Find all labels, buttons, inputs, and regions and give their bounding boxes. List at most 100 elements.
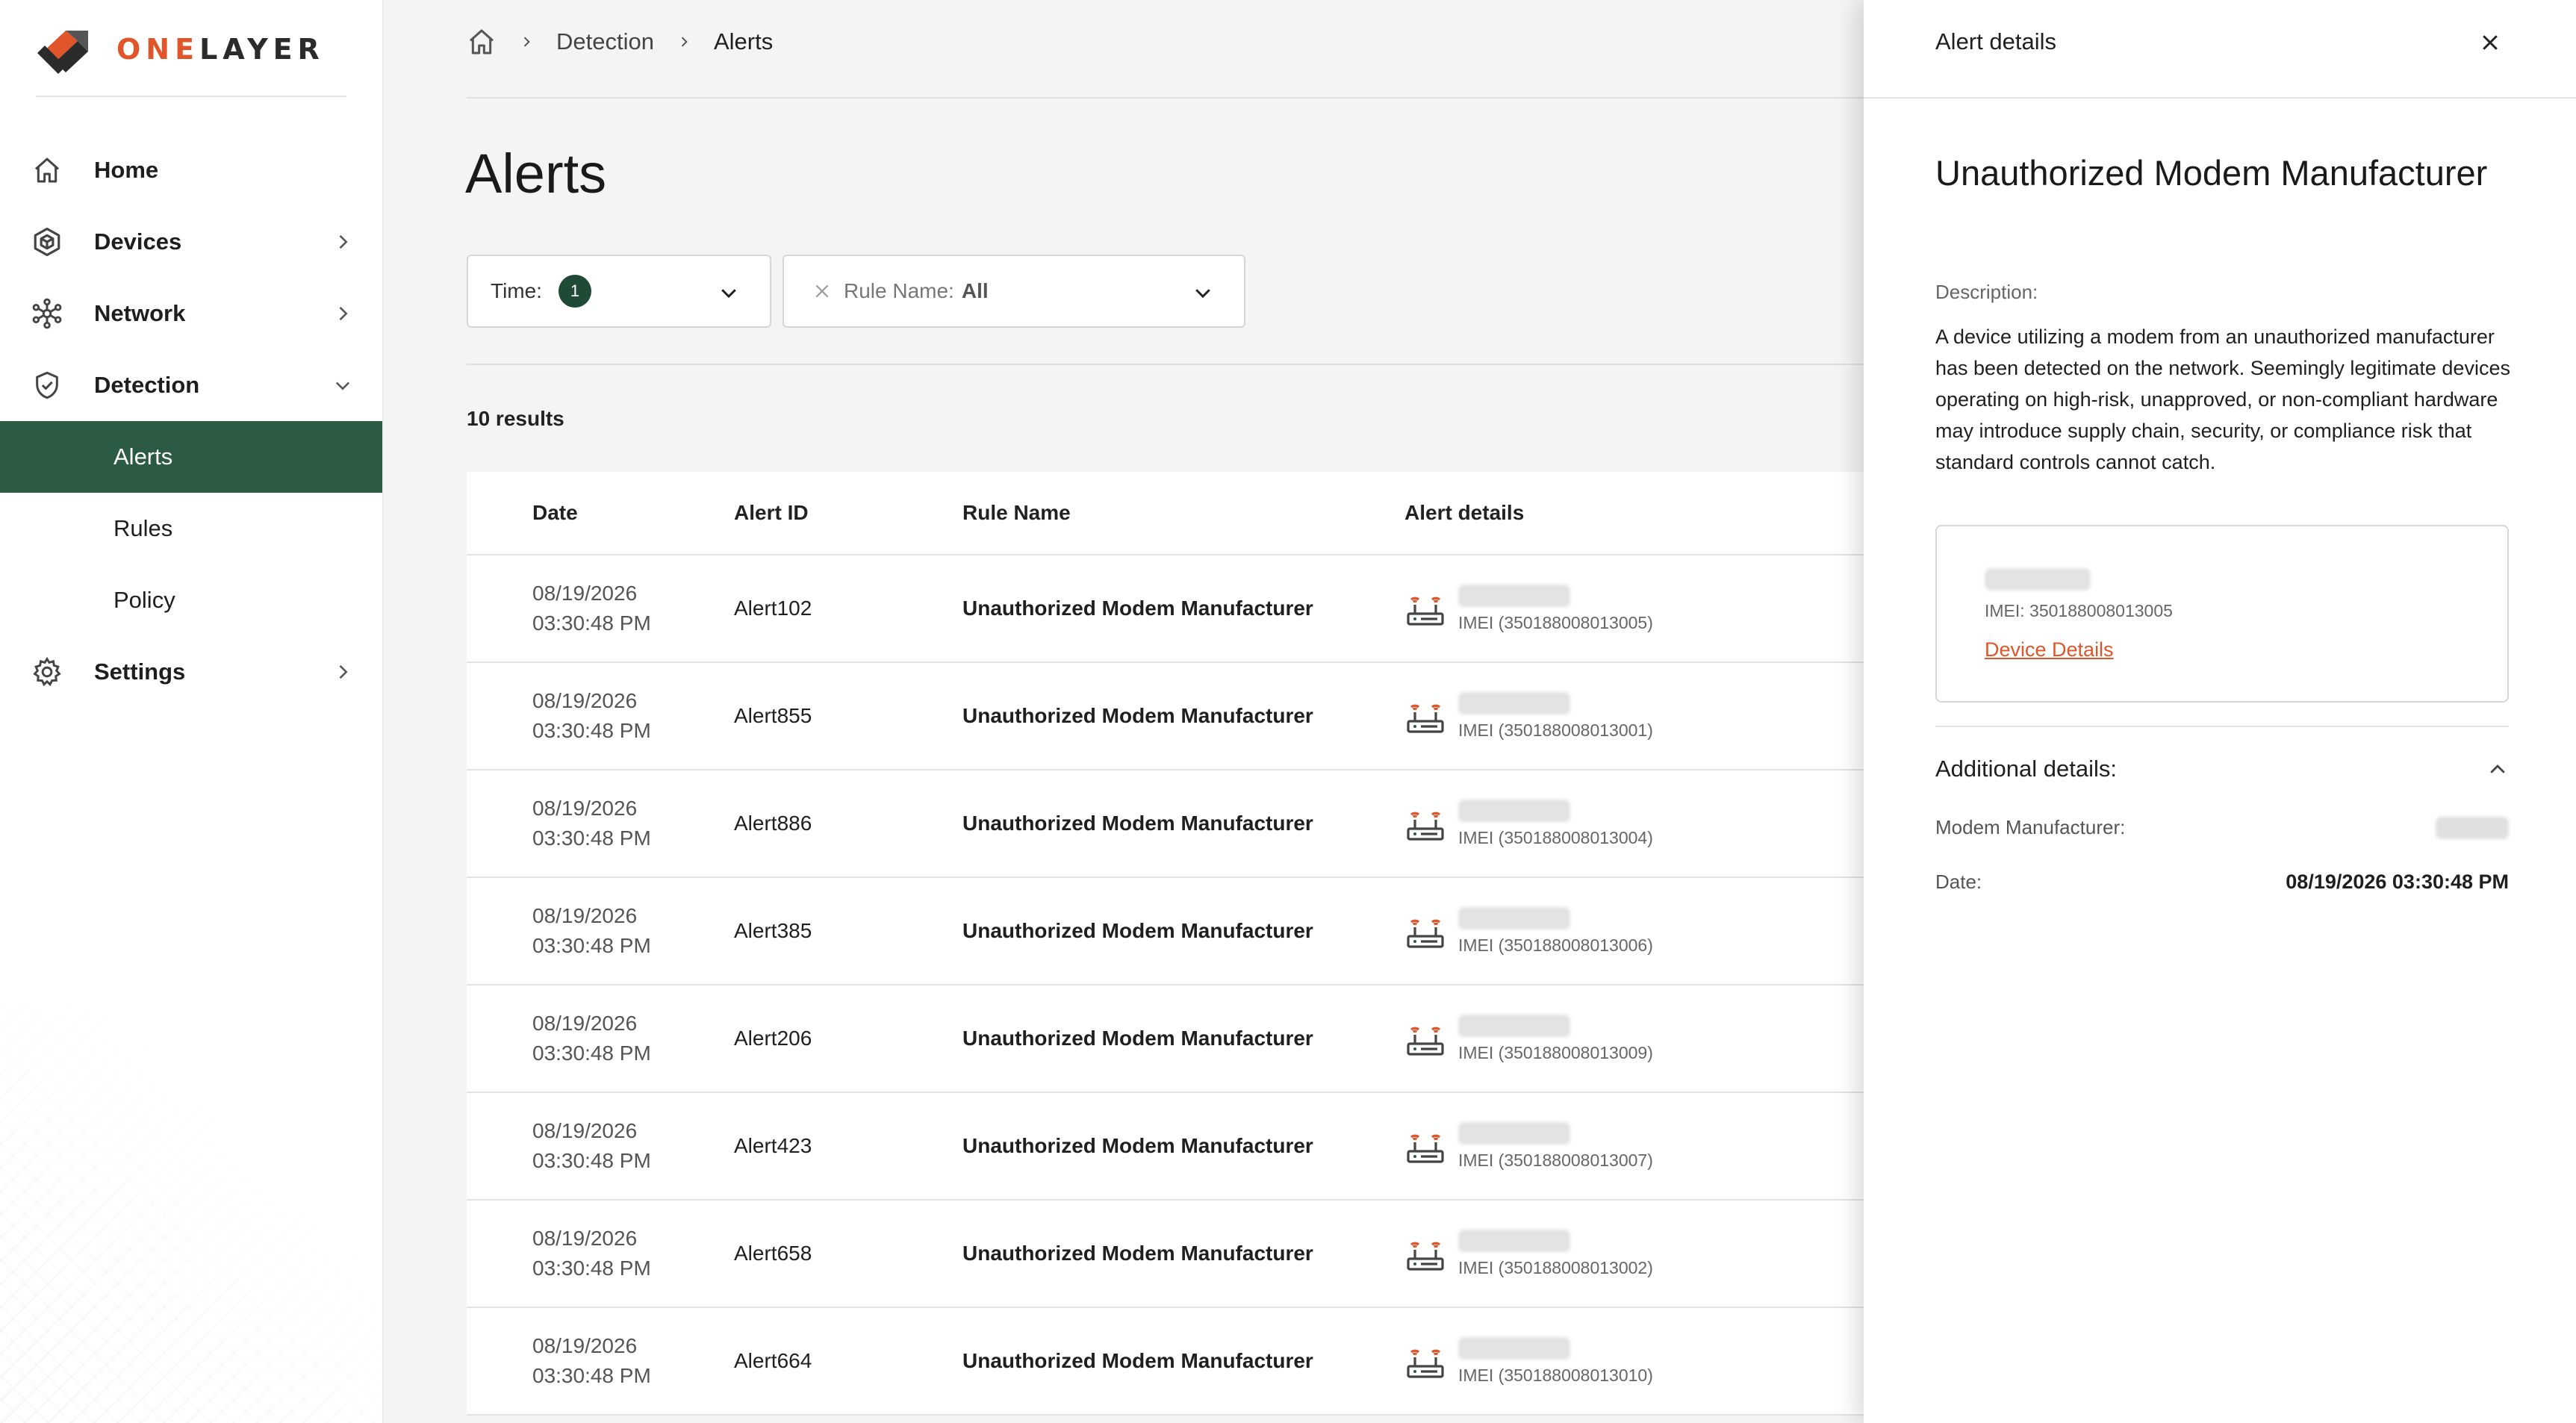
- close-icon[interactable]: [2479, 31, 2501, 54]
- row-date-time: 03:30:48 PM: [532, 719, 651, 742]
- sidebar-item-label: Rules: [113, 515, 173, 541]
- row-date-day: 08/19/2026: [532, 582, 638, 605]
- results-count: 10 results: [467, 407, 564, 430]
- row-alert-details: IMEI (350188008013004): [1404, 799, 1927, 848]
- sidebar-item-rules[interactable]: Rules: [0, 493, 382, 564]
- row-alert-id: Alert206: [734, 1027, 812, 1050]
- row-alert-id: Alert886: [734, 812, 812, 835]
- column-header-alert-details[interactable]: Alert details: [1404, 501, 1927, 525]
- table-row[interactable]: 08/19/2026 03:30:48 PM Alert664 Unauthori…: [467, 1308, 2109, 1416]
- row-date: 08/19/2026 03:30:48 PM: [467, 1224, 734, 1283]
- row-alert-details: IMEI (350188008013002): [1404, 1229, 1927, 1278]
- row-date-day: 08/19/2026: [532, 1227, 638, 1250]
- drawer-header: Alert details: [1864, 0, 2576, 99]
- device-name-redacted: [1458, 1336, 1570, 1360]
- row-alert-details: IMEI (350188008013010): [1404, 1336, 1927, 1386]
- column-header-alert-id[interactable]: Alert ID: [734, 501, 962, 525]
- time-filter-count-badge: 1: [558, 275, 591, 308]
- sidebar-item-label: Settings: [94, 658, 186, 685]
- row-date: 08/19/2026 03:30:48 PM: [467, 579, 734, 638]
- router-icon: [1407, 919, 1444, 948]
- sidebar-item-detection[interactable]: Detection: [0, 349, 382, 421]
- sidebar-item-devices[interactable]: Devices: [0, 206, 382, 278]
- row-imei: IMEI (350188008013006): [1458, 935, 1653, 955]
- clear-filter-icon[interactable]: [812, 281, 832, 301]
- row-date: 08/19/2026 03:30:48 PM: [467, 901, 734, 961]
- row-alert-id: Alert658: [734, 1242, 812, 1265]
- sidebar-item-alerts[interactable]: Alerts: [0, 421, 382, 493]
- sidebar-item-settings[interactable]: Settings: [0, 636, 382, 708]
- table-row[interactable]: 08/19/2026 03:30:48 PM Alert658 Unauthori…: [467, 1201, 2109, 1308]
- row-date: 08/19/2026 03:30:48 PM: [467, 1009, 734, 1068]
- table-row[interactable]: 08/19/2026 03:30:48 PM Alert102 Unauthori…: [467, 555, 2109, 663]
- row-imei: IMEI (350188008013005): [1458, 612, 1653, 632]
- rule-name-filter-label: Rule Name:: [844, 279, 954, 302]
- router-icon: [1407, 812, 1444, 841]
- additional-details-header: Additional details:: [1935, 756, 2117, 782]
- row-date: 08/19/2026 03:30:48 PM: [467, 794, 734, 853]
- table-row[interactable]: 08/19/2026 03:30:48 PM Alert886 Unauthori…: [467, 770, 2109, 878]
- breadcrumb-detection[interactable]: Detection: [556, 28, 654, 55]
- row-imei: IMEI (350188008013002): [1458, 1257, 1653, 1277]
- device-name-redacted: [1985, 568, 2091, 591]
- row-date-day: 08/19/2026: [532, 797, 638, 820]
- time-filter-label: Time:: [491, 279, 542, 302]
- table-row[interactable]: 08/19/2026 03:30:48 PM Alert423 Unauthori…: [467, 1093, 2109, 1201]
- device-name-redacted: [1458, 1014, 1570, 1037]
- table-row[interactable]: 08/19/2026 03:30:48 PM Alert855 Unauthori…: [467, 663, 2109, 770]
- router-icon: [1407, 1349, 1444, 1378]
- rule-name-filter[interactable]: Rule Name: All: [783, 255, 1245, 328]
- device-name-redacted: [1458, 799, 1570, 822]
- alert-details-drawer: Alert details Unauthorized Modem Manufac…: [1864, 0, 2576, 1423]
- sidebar-item-label: Devices: [94, 228, 182, 255]
- device-name-redacted: [1458, 584, 1570, 607]
- router-icon: [1407, 597, 1444, 626]
- router-icon: [1407, 1134, 1444, 1163]
- sidebar-nav: Home Devices Network Detection Alerts Ru…: [0, 134, 382, 708]
- column-header-date[interactable]: Date: [467, 501, 734, 525]
- breadcrumb-alerts: Alerts: [713, 28, 774, 55]
- device-details-link[interactable]: Device Details: [1985, 638, 2114, 661]
- row-alert-details: IMEI (350188008013001): [1404, 691, 1927, 741]
- logo-divider: [36, 96, 346, 97]
- row-date-day: 08/19/2026: [532, 1012, 638, 1035]
- onelayer-logo-icon: [37, 31, 88, 74]
- row-imei: IMEI (350188008013001): [1458, 720, 1653, 740]
- row-date: 08/19/2026 03:30:48 PM: [467, 1331, 734, 1391]
- table-row[interactable]: 08/19/2026 03:30:48 PM Alert385 Unauthori…: [467, 878, 2109, 985]
- sidebar-item-policy[interactable]: Policy: [0, 564, 382, 636]
- row-imei: IMEI (350188008013004): [1458, 827, 1653, 847]
- sidebar-item-label: Alerts: [113, 443, 173, 470]
- sidebar-item-label: Detection: [94, 372, 200, 398]
- home-icon[interactable]: [467, 27, 497, 57]
- router-icon: [1407, 1242, 1444, 1271]
- row-rule-name: Unauthorized Modem Manufacturer: [962, 919, 1313, 942]
- table-header: Date Alert ID Rule Name Alert details: [467, 472, 2109, 555]
- column-header-rule-name[interactable]: Rule Name: [962, 501, 1404, 525]
- row-date: 08/19/2026 03:30:48 PM: [467, 686, 734, 746]
- logo[interactable]: ONELAYER: [36, 15, 325, 84]
- sidebar-item-home[interactable]: Home: [0, 134, 382, 206]
- router-icon: [1407, 1027, 1444, 1056]
- date-label: Date:: [1935, 871, 1982, 893]
- time-filter[interactable]: Time: 1: [467, 255, 771, 328]
- device-card: IMEI: 350188008013005 Device Details: [1935, 525, 2509, 703]
- row-rule-name: Unauthorized Modem Manufacturer: [962, 704, 1313, 727]
- row-imei: IMEI (350188008013009): [1458, 1042, 1653, 1062]
- router-icon: [1407, 704, 1444, 733]
- sidebar-item-label: Policy: [113, 587, 175, 613]
- sidebar: ONELAYER Home Devices Network Detection …: [0, 0, 383, 1423]
- device-name-redacted: [1458, 1229, 1570, 1252]
- row-alert-id: Alert423: [734, 1134, 812, 1157]
- row-alert-details: IMEI (350188008013005): [1404, 584, 1927, 633]
- row-alert-id: Alert855: [734, 704, 812, 727]
- sidebar-item-network[interactable]: Network: [0, 278, 382, 349]
- device-name-redacted: [1458, 906, 1570, 930]
- table-row[interactable]: 08/19/2026 03:30:48 PM Alert206 Unauthori…: [467, 985, 2109, 1093]
- chevron-up-icon[interactable]: [2486, 759, 2509, 781]
- row-date-time: 03:30:48 PM: [532, 826, 651, 850]
- description-label: Description:: [1935, 281, 2038, 303]
- row-rule-name: Unauthorized Modem Manufacturer: [962, 597, 1313, 620]
- row-alert-id: Alert102: [734, 597, 812, 620]
- row-date-day: 08/19/2026: [532, 904, 638, 927]
